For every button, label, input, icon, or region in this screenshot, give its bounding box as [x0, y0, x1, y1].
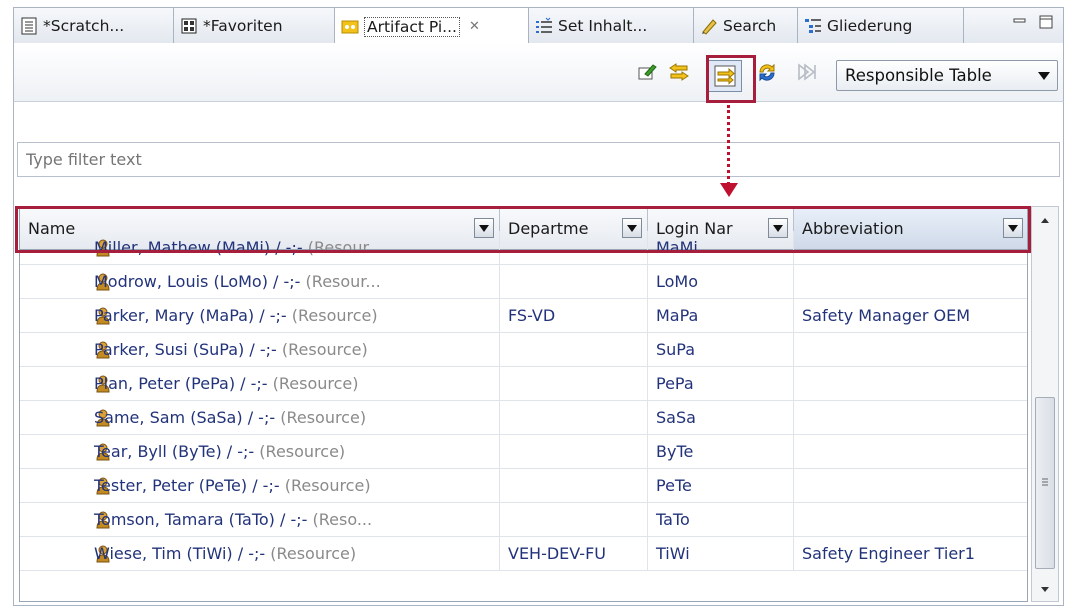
abbreviation-cell: [794, 265, 1027, 299]
resource-name: Parker, Susi (SuPa) / -;-: [94, 340, 277, 359]
resource-name: Tester, Peter (PeTe) / -;-: [94, 476, 280, 495]
resource-type: (Resource): [280, 408, 367, 427]
table-row[interactable]: Modrow, Louis (LoMo) / -;- (Resour... Lo…: [20, 265, 1027, 299]
view-mode-select[interactable]: Responsible Table: [836, 60, 1058, 91]
annotation-arrow-line: [727, 105, 730, 185]
table-row[interactable]: Parker, Mary (MaPa) / -;- (Resource) FS-…: [20, 299, 1027, 333]
department-cell: [500, 435, 648, 469]
login-cell: TiWi: [648, 537, 794, 571]
resource-type: (Resource): [281, 340, 368, 359]
department-cell: [500, 265, 648, 299]
highlight-annotation: [706, 55, 756, 103]
department-cell: [500, 401, 648, 435]
resource-type: (Resource): [291, 306, 378, 325]
department-cell: [500, 469, 648, 503]
resource-name: Same, Sam (SaSa) / -;-: [94, 408, 276, 427]
minimize-icon[interactable]: [1012, 14, 1028, 30]
department-cell: [500, 367, 648, 401]
refresh-icon[interactable]: [756, 61, 778, 83]
scroll-up-icon[interactable]: [1032, 213, 1058, 227]
tab-gliederung[interactable]: Gliederung: [798, 8, 964, 44]
login-cell: SaSa: [648, 401, 794, 435]
outline-icon: [804, 17, 822, 35]
department-cell: [500, 503, 648, 537]
vertical-scrollbar[interactable]: [1031, 206, 1059, 602]
step-forward-icon[interactable]: [795, 61, 817, 83]
header-highlight-annotation: [15, 206, 1031, 253]
sync-left-icon[interactable]: [668, 61, 690, 83]
login-cell: SuPa: [648, 333, 794, 367]
editor-tab-bar: *Scratch... *Favoriten Artifact Pi... ✕ …: [13, 7, 1064, 45]
tab-scratch[interactable]: *Scratch...: [14, 8, 174, 44]
login-cell: LoMo: [648, 265, 794, 299]
abbreviation-cell: [794, 401, 1027, 435]
abbreviation-cell: [794, 333, 1027, 367]
login-cell: PePa: [648, 367, 794, 401]
chevron-down-icon: [1038, 72, 1050, 80]
abbreviation-cell: [794, 435, 1027, 469]
abbreviation-cell: [794, 469, 1027, 503]
table-row[interactable]: Tear, Byll (ByTe) / -;- (Resource) ByTe: [20, 435, 1027, 469]
login-cell: PeTe: [648, 469, 794, 503]
resource-table: Name Departme Login Nar Abbreviation Mil…: [19, 206, 1028, 602]
favorites-grid-icon: [180, 17, 198, 35]
artifact-picker-icon: [341, 18, 359, 36]
tab-label: Gliederung: [827, 17, 913, 35]
grip-icon: [1042, 478, 1048, 486]
tab-label: *Favoriten: [203, 17, 283, 35]
table-row[interactable]: Tester, Peter (PeTe) / -;- (Resource) Pe…: [20, 469, 1027, 503]
abbreviation-cell: [794, 367, 1027, 401]
tab-label: Search: [723, 17, 777, 35]
login-cell: MaPa: [648, 299, 794, 333]
scroll-down-icon[interactable]: [1032, 583, 1058, 597]
resource-name: Plan, Peter (PePa) / -;-: [94, 374, 268, 393]
view-mode-value: Responsible Table: [845, 66, 992, 85]
resource-type: (Resource): [259, 442, 346, 461]
tab-artifact-picker[interactable]: Artifact Pi... ✕: [335, 8, 529, 45]
resource-name: Tear, Byll (ByTe) / -;-: [94, 442, 255, 461]
resource-type: (Reso...: [312, 510, 373, 529]
table-row[interactable]: Same, Sam (SaSa) / -;- (Resource) SaSa: [20, 401, 1027, 435]
abbreviation-cell: [794, 503, 1027, 537]
edit-artifact-icon[interactable]: [636, 61, 658, 83]
tab-label: Set Inhalt...: [558, 17, 648, 35]
resource-type: (Resource): [284, 476, 371, 495]
department-cell: FS-VD: [500, 299, 648, 333]
resource-name: Parker, Mary (MaPa) / -;-: [94, 306, 287, 325]
resource-name: Tomson, Tamara (TaTo) / -;-: [94, 510, 308, 529]
tab-set-inhalt[interactable]: Set Inhalt...: [529, 8, 694, 44]
department-cell: [500, 333, 648, 367]
search-pencil-icon: [700, 17, 718, 35]
table-row[interactable]: Parker, Susi (SuPa) / -;- (Resource) SuP…: [20, 333, 1027, 367]
tab-favoriten[interactable]: *Favoriten: [174, 8, 335, 44]
table-row[interactable]: Plan, Peter (PePa) / -;- (Resource) PePa: [20, 367, 1027, 401]
maximize-icon[interactable]: [1038, 14, 1054, 30]
scratch-doc-icon: [20, 17, 38, 35]
table-row[interactable]: Wiese, Tim (TiWi) / -;- (Resource) VEH-D…: [20, 537, 1027, 571]
resource-name: Wiese, Tim (TiWi) / -;-: [94, 544, 266, 563]
scrollbar-thumb[interactable]: [1035, 397, 1055, 569]
resource-type: (Resource): [270, 544, 357, 563]
login-cell: ByTe: [648, 435, 794, 469]
abbreviation-cell: Safety Engineer Tier1: [794, 537, 1027, 571]
table-row[interactable]: Tomson, Tamara (TaTo) / -;- (Reso... TaT…: [20, 503, 1027, 537]
resource-type: (Resource): [272, 374, 359, 393]
filter-input[interactable]: [17, 142, 1060, 177]
tab-label: *Scratch...: [43, 17, 125, 35]
login-cell: TaTo: [648, 503, 794, 537]
abbreviation-cell: Safety Manager OEM: [794, 299, 1027, 333]
annotation-arrowhead: [720, 183, 738, 197]
resource-name: Modrow, Louis (LoMo) / -;-: [94, 272, 301, 291]
tab-search[interactable]: Search: [694, 8, 798, 44]
tab-label: Artifact Pi...: [364, 16, 460, 37]
set-content-icon: [535, 17, 553, 35]
close-icon[interactable]: ✕: [469, 19, 480, 34]
resource-type: (Resour...: [305, 272, 381, 291]
department-cell: VEH-DEV-FU: [500, 537, 648, 571]
